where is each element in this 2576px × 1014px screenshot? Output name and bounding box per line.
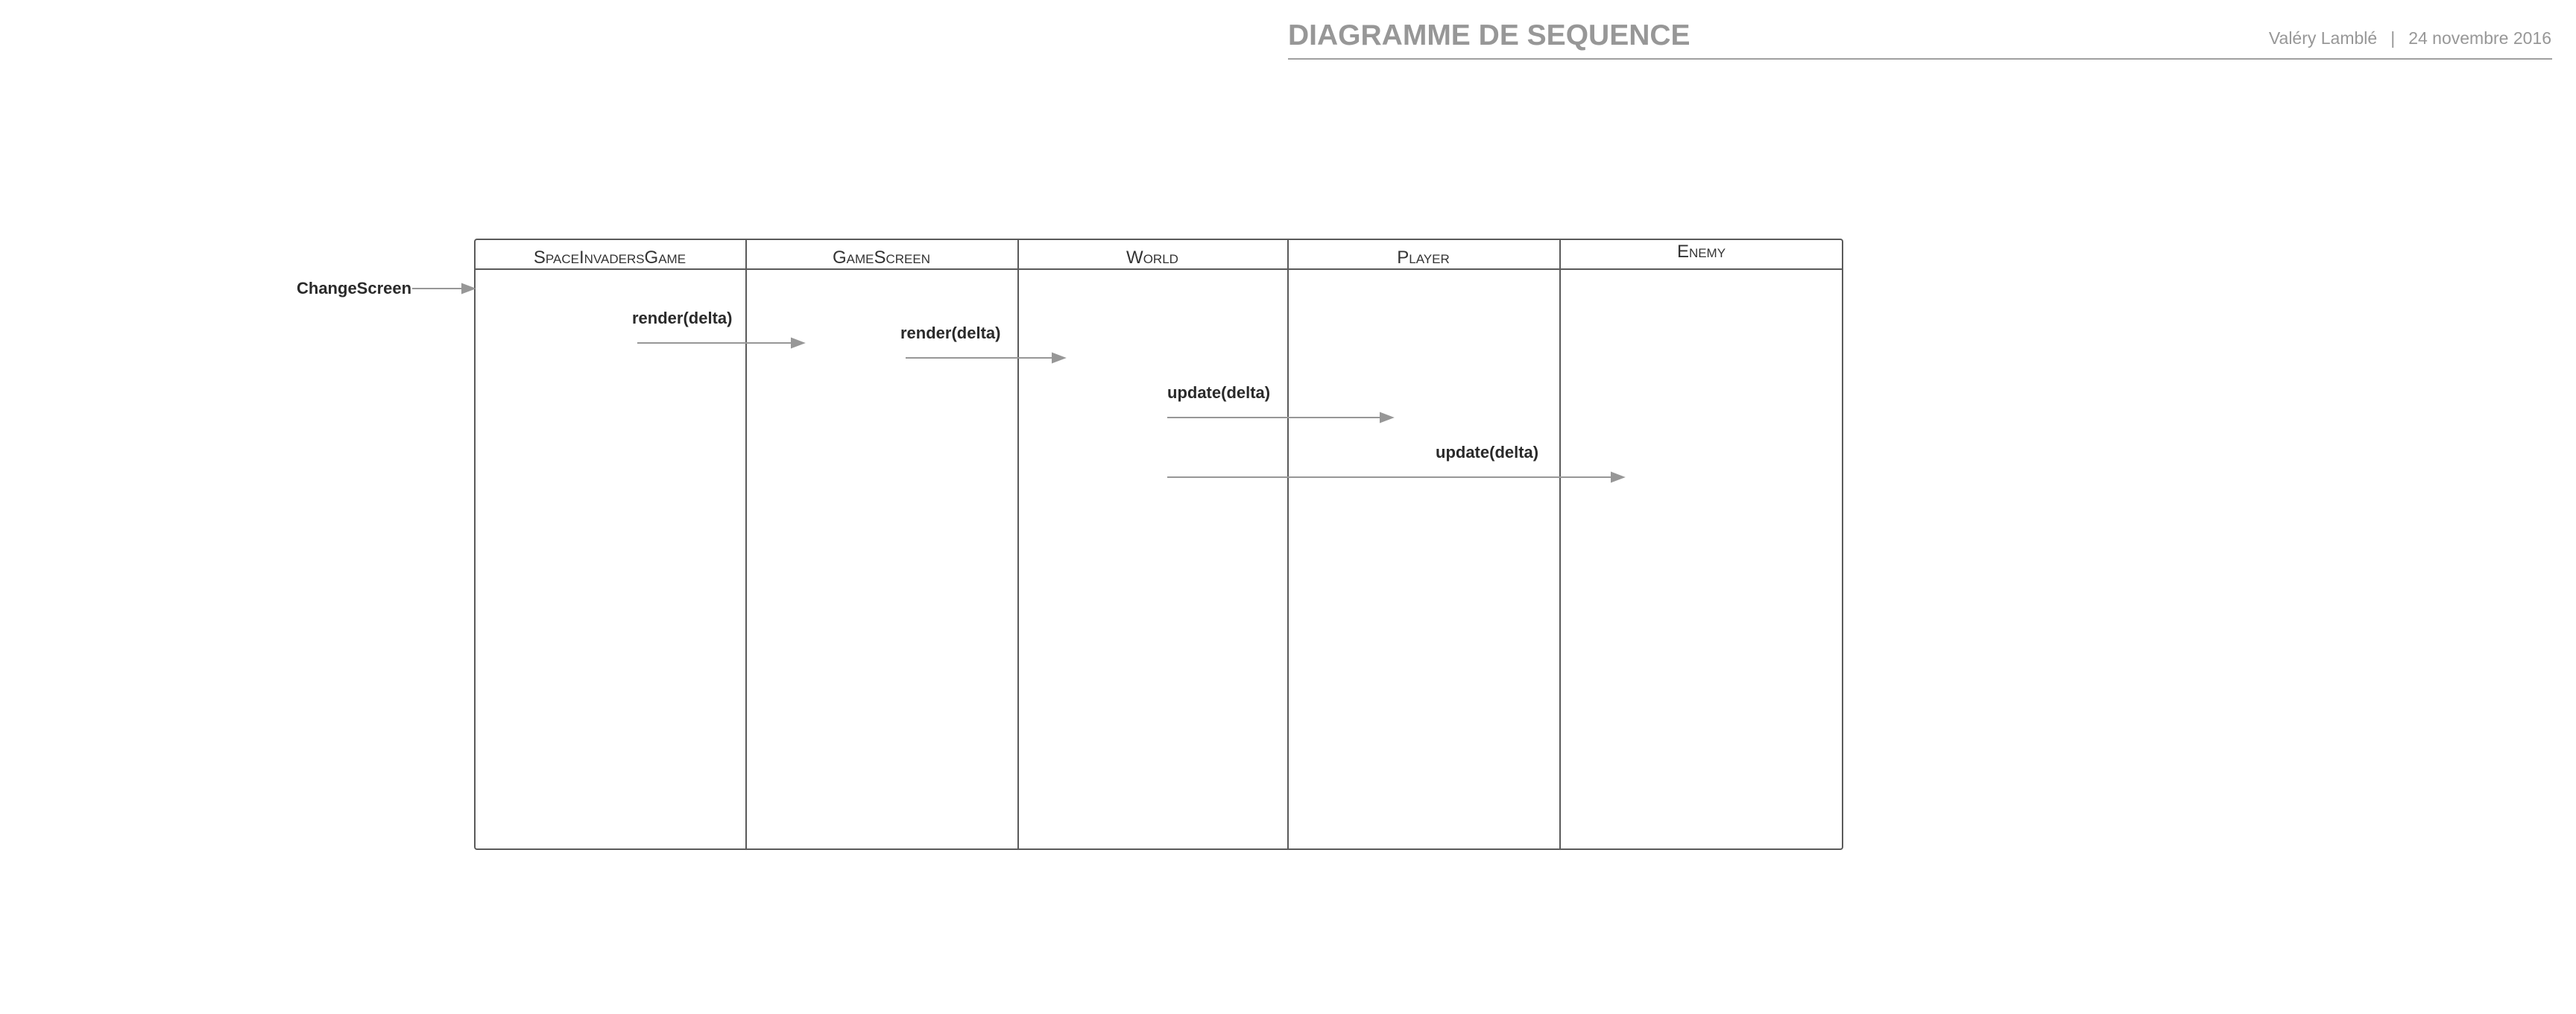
lane-title-player: Player bbox=[1397, 248, 1450, 268]
message-label-changescreen: ChangeScreen bbox=[297, 279, 412, 297]
diagram-page: DIAGRAMME DE SEQUENCE Valéry Lamblé | 24 n… bbox=[0, 0, 2576, 1014]
lane-separator bbox=[1287, 239, 1289, 850]
message-label-render-gamescreen: render(delta) bbox=[632, 309, 733, 327]
message-label-update-enemy: update(delta) bbox=[1436, 443, 1539, 462]
lane-title-enemy: Enemy bbox=[1676, 242, 1726, 262]
document-date: 24 novembre 2016 bbox=[2408, 28, 2551, 48]
document-title: DIAGRAMME DE SEQUENCE bbox=[1288, 19, 1690, 51]
lane-title-spaceinvadersgame: SpaceInvadersGame bbox=[533, 248, 686, 268]
author-name: Valéry Lamblé bbox=[2268, 28, 2378, 48]
meta-separator: | bbox=[2390, 28, 2396, 48]
lane-title-gamescreen: GameScreen bbox=[832, 248, 931, 268]
arrowhead-changescreen bbox=[461, 283, 476, 295]
lane-separator bbox=[745, 239, 747, 850]
lane-title-world: World bbox=[1126, 248, 1178, 268]
lane-separator bbox=[1017, 239, 1019, 850]
document-meta: Valéry Lamblé | 24 novembre 2016 bbox=[2269, 28, 2551, 48]
header-divider bbox=[1288, 58, 2552, 60]
message-label-render-world: render(delta) bbox=[900, 324, 1001, 342]
sequence-frame bbox=[474, 239, 1843, 850]
lane-header-divider bbox=[474, 268, 1843, 270]
message-label-update-player: update(delta) bbox=[1167, 383, 1271, 402]
lane-separator bbox=[1559, 239, 1561, 850]
